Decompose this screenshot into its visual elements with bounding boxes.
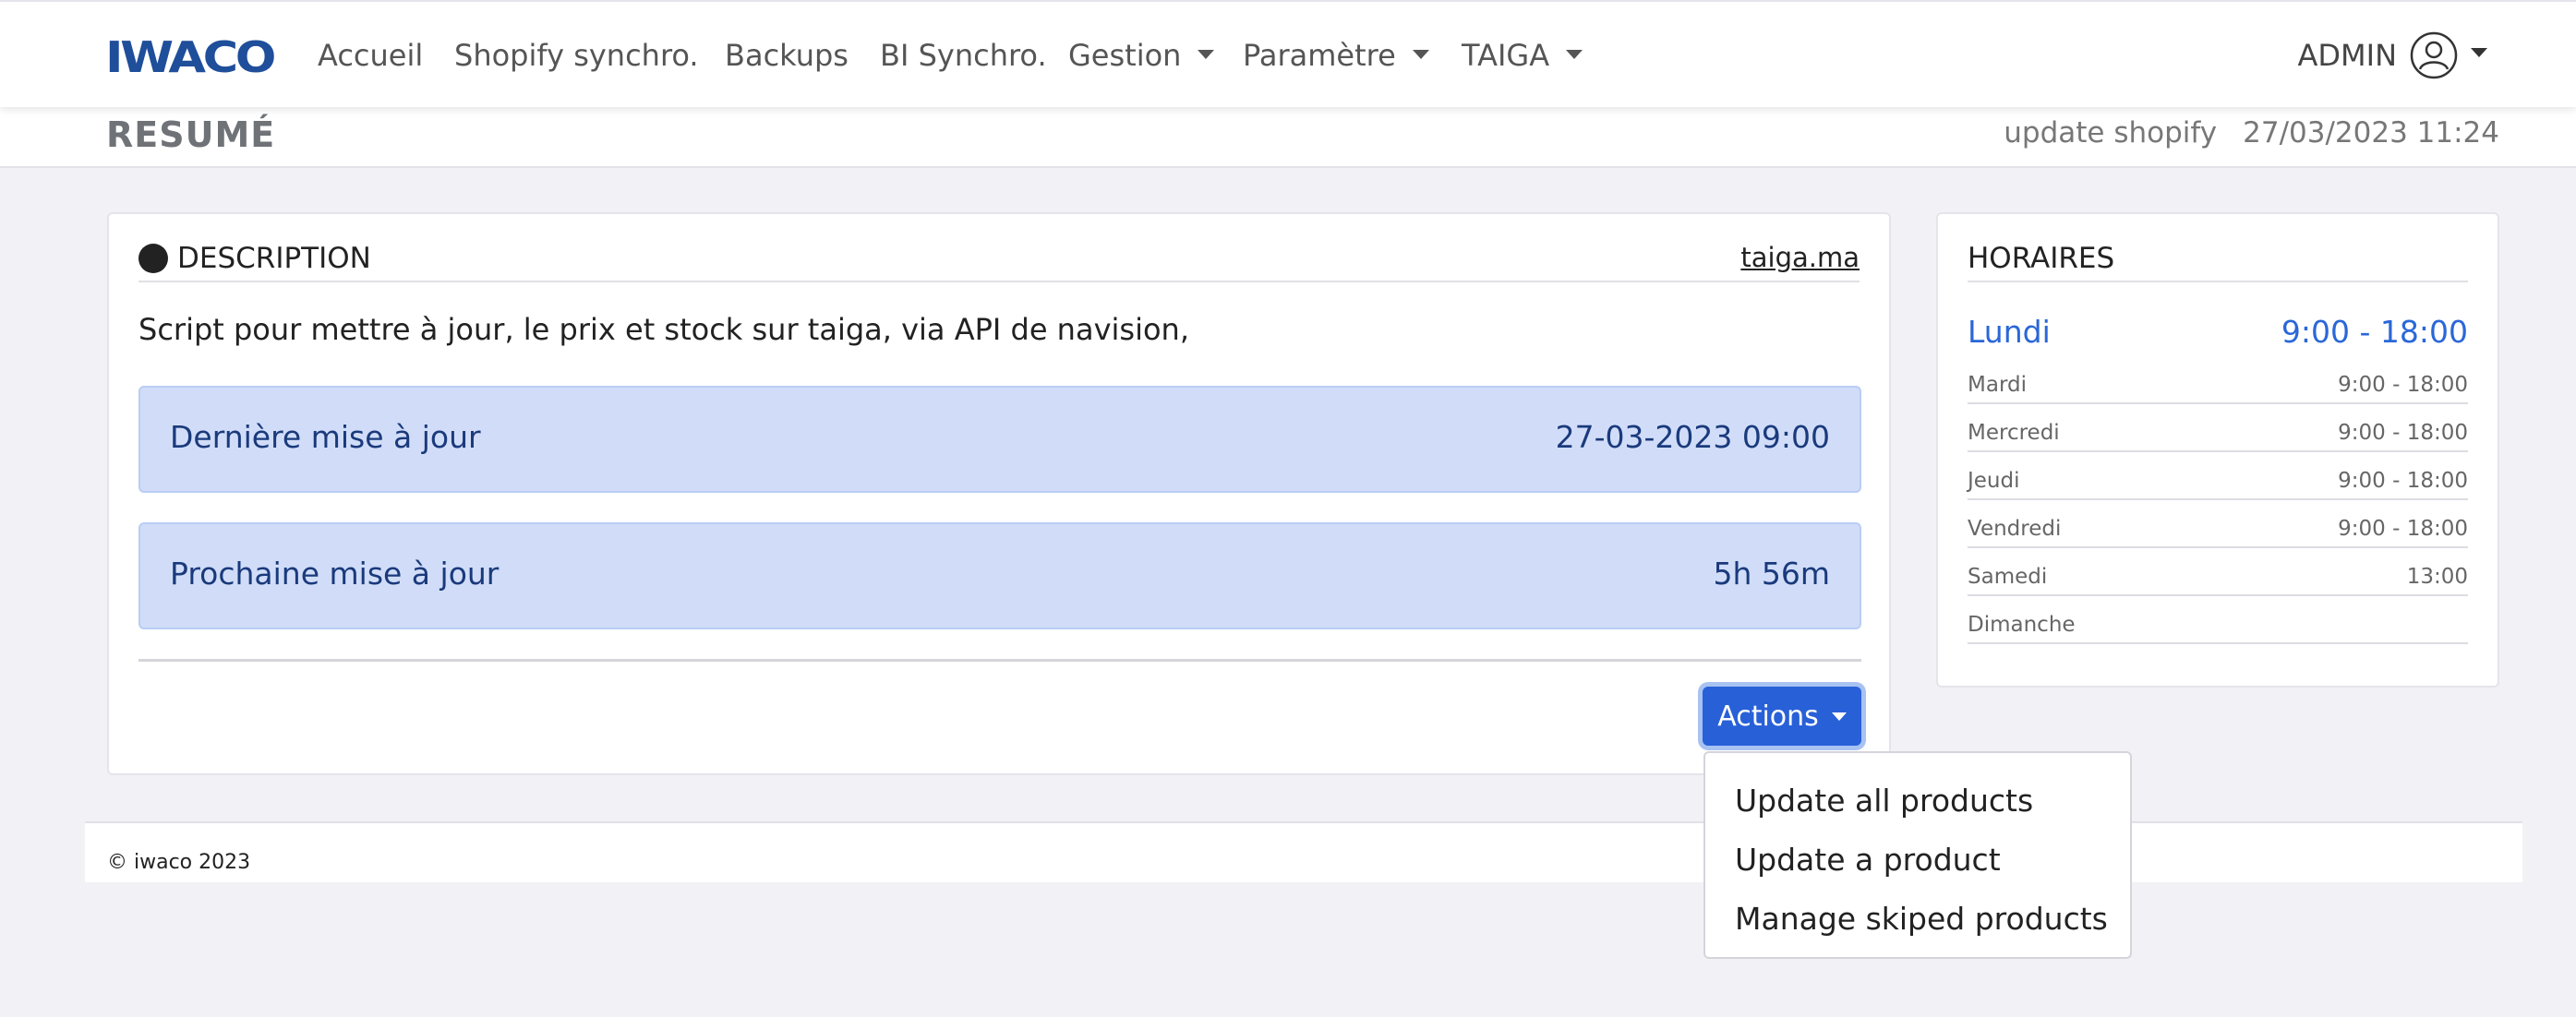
description-text: Script pour mettre à jour, le prix et st… (138, 312, 1189, 347)
hours-row: Samedi 13:00 (1968, 548, 2468, 596)
status-dot-icon (138, 244, 168, 273)
user-avatar-icon (2410, 31, 2458, 79)
divider (138, 659, 1861, 662)
page-header: RESUMÉ update shopify 27/03/2023 11:24 (0, 107, 2576, 168)
footer: © iwaco 2023 (85, 821, 2522, 882)
day-label: Vendredi (1968, 517, 2062, 541)
nav-label: Backups (725, 38, 849, 73)
logo-text: IWACO (105, 35, 274, 78)
card-header: HORAIRES (1968, 242, 2468, 282)
day-hours: 13:00 (2406, 565, 2468, 589)
nav-bi-synchro[interactable]: BI Synchro. (880, 33, 1047, 78)
nav-label: Gestion (1068, 38, 1182, 73)
day-label: Jeudi (1968, 469, 2020, 493)
nav-label: TAIGA (1462, 38, 1550, 73)
hours-card: HORAIRES Lundi 9:00 - 18:00 Mardi 9:00 -… (1936, 212, 2499, 688)
day-label: Mercredi (1968, 421, 2060, 445)
caret-down-icon (1412, 50, 1429, 59)
last-update-box: Dernière mise à jour 27-03-2023 09:00 (138, 386, 1861, 493)
iwaco-logo[interactable]: IWACO (105, 35, 275, 78)
nav-gestion-dropdown[interactable]: Gestion (1068, 33, 1215, 78)
nav-taiga-dropdown[interactable]: TAIGA (1462, 33, 1583, 78)
menu-item-manage-skipped-products[interactable]: Manage skiped products (1705, 890, 2130, 949)
day-label: Mardi (1968, 373, 2027, 397)
hours-row: Mardi 9:00 - 18:00 (1968, 356, 2468, 404)
card-title: DESCRIPTION (138, 242, 371, 275)
nav-label: Shopify synchro. (454, 38, 699, 73)
hours-row: Jeudi 9:00 - 18:00 (1968, 452, 2468, 500)
user-menu[interactable]: ADMIN (2297, 30, 2487, 81)
last-update-value: 27-03-2023 09:00 (1555, 419, 1830, 455)
hours-row: Mercredi 9:00 - 18:00 (1968, 404, 2468, 452)
caret-down-icon (1198, 50, 1215, 59)
update-timestamp: 27/03/2023 11:24 (2243, 116, 2499, 150)
card-header: DESCRIPTION taiga.ma (138, 242, 1860, 282)
actions-dropdown-menu: Update all products Update a product Man… (1703, 751, 2132, 959)
caret-down-icon (1831, 712, 1847, 721)
actions-dropdown-button[interactable]: Actions (1703, 687, 1861, 746)
nav-label: Paramètre (1243, 38, 1396, 73)
card-title-text: DESCRIPTION (177, 242, 371, 275)
day-hours: 9:00 - 18:00 (2281, 314, 2468, 350)
page-title: RESUMÉ (106, 114, 276, 155)
next-update-value: 5h 56m (1713, 556, 1830, 592)
nav-label: BI Synchro. (880, 38, 1047, 73)
nav-label: Accueil (318, 38, 424, 73)
day-hours: 9:00 - 18:00 (2338, 421, 2468, 445)
hours-row: Dimanche (1968, 596, 2468, 644)
taiga-link[interactable]: taiga.ma (1740, 242, 1860, 273)
day-label: Dimanche (1968, 613, 2076, 637)
day-label: Lundi (1968, 314, 2051, 350)
next-update-label: Prochaine mise à jour (170, 556, 500, 592)
nav-shopify-synchro[interactable]: Shopify synchro. (454, 33, 699, 78)
caret-down-icon (2471, 48, 2487, 57)
nav-backups[interactable]: Backups (725, 33, 849, 78)
nav-accueil[interactable]: Accueil (318, 33, 423, 78)
copyright-text: © iwaco 2023 (107, 851, 251, 874)
day-hours: 9:00 - 18:00 (2338, 469, 2468, 493)
next-update-box: Prochaine mise à jour 5h 56m (138, 522, 1861, 629)
menu-item-update-a-product[interactable]: Update a product (1705, 831, 2130, 890)
update-status: update shopify 27/03/2023 11:24 (2004, 116, 2499, 150)
description-card: DESCRIPTION taiga.ma Script pour mettre … (107, 212, 1891, 775)
menu-item-update-all-products[interactable]: Update all products (1705, 772, 2130, 831)
nav-parametre-dropdown[interactable]: Paramètre (1243, 33, 1429, 78)
top-navbar: IWACO Accueil Shopify synchro. Backups B… (0, 0, 2576, 107)
day-label: Samedi (1968, 565, 2048, 589)
day-hours: 9:00 - 18:00 (2338, 373, 2468, 397)
caret-down-icon (1566, 50, 1583, 59)
day-hours: 9:00 - 18:00 (2338, 517, 2468, 541)
last-update-label: Dernière mise à jour (170, 419, 481, 455)
actions-label: Actions (1717, 700, 1819, 733)
user-label: ADMIN (2297, 38, 2397, 73)
card-title: HORAIRES (1968, 242, 2115, 275)
hours-row: Vendredi 9:00 - 18:00 (1968, 500, 2468, 548)
update-label: update shopify (2004, 116, 2218, 150)
hours-today-row: Lundi 9:00 - 18:00 (1968, 310, 2468, 356)
